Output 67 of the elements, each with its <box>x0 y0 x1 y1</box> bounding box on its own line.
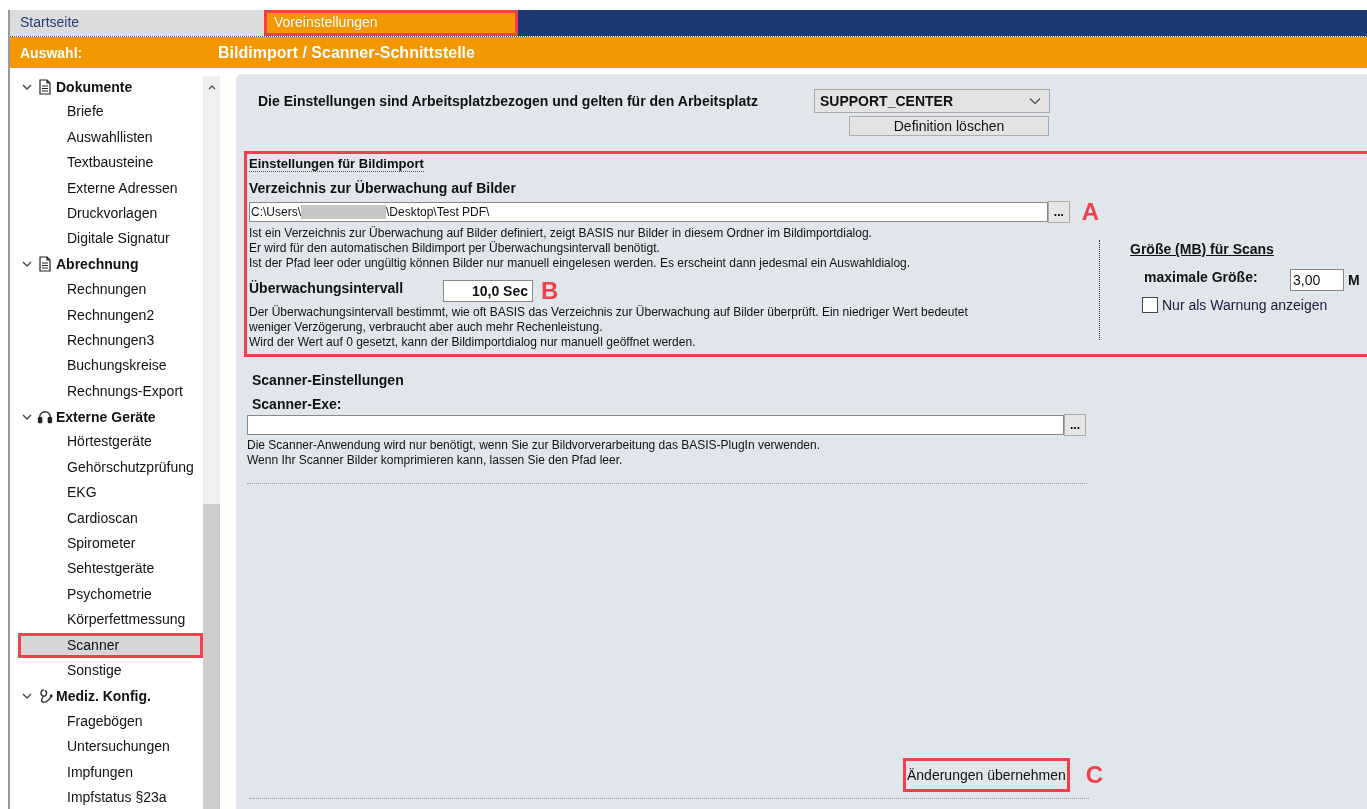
scanner-exe-field[interactable] <box>247 414 1064 435</box>
interval-field[interactable]: 10,0 Sec <box>443 280 533 303</box>
help-text: Ist ein Verzeichnis zur Überwachung auf Bilder definiert, zeigt BASIS nur Bilder in diesem Ordner im Bildimportdialog. Er wird für den automatischen Bildimport per Überwachungsintervall benötigt. Ist der Pfad leer oder ungültig können Bilder nur manuell eingelesen werden. Es erscheint dann jedesmal ein Auswahldialog. <box>249 226 912 271</box>
tree-item[interactable]: Fragebögen <box>18 708 203 735</box>
callout-letter: B <box>541 280 559 303</box>
tree-item[interactable]: Untersuchungen <box>18 734 203 760</box>
checkbox-label[interactable]: Nur als Warnung anzeigen <box>1162 297 1328 313</box>
tree-item[interactable]: Sonstige <box>18 658 203 684</box>
tree-item[interactable]: Rechnungs-Export <box>18 378 203 405</box>
checkbox[interactable] <box>1142 297 1158 313</box>
tree-item[interactable]: Digitale Signatur <box>18 226 203 252</box>
page-title: Bildimport / Scanner-Schnittstelle <box>218 43 475 62</box>
browse-button[interactable]: ... <box>1048 201 1070 223</box>
tree-item[interactable]: EKG <box>18 480 203 506</box>
tree-item[interactable]: Impfungen <box>18 759 203 785</box>
field-label: maximale Größe: <box>1144 269 1259 285</box>
chevron-down-icon <box>1029 97 1041 105</box>
tree-group-item[interactable]: Abrechnung <box>10 251 203 278</box>
max-size-field[interactable]: 3,00 <box>1290 269 1344 291</box>
tree-item[interactable]: Cardioscan <box>18 505 203 532</box>
help-text: Der Überwachungsintervall bestimmt, wie oft BASIS das Verzeichnis zur Überwachung auf Bilder überprüft. Ein niedriger Wert bedeutet weniger Verzögerung, verbraucht aber auch mehr Rechenleistung. Wird der Wert auf 0 gesetzt, kann der Bildimportdialog nur manuell geöffnet werden. <box>249 305 969 350</box>
apply-changes-button[interactable]: Änderungen übernehmen <box>903 758 1070 792</box>
tree-group-item[interactable]: Mediz. Konfig. <box>10 683 203 709</box>
tree-item[interactable]: Spirometer <box>18 531 203 557</box>
tree-item[interactable]: Sehtestgeräte <box>18 556 203 582</box>
tree-item[interactable]: Rechnungen3 <box>18 327 203 354</box>
stethoscope-icon <box>37 688 53 705</box>
path-text: \Desktop\Test PDF\ <box>386 205 490 219</box>
tree-item[interactable]: Briefe <box>18 99 203 125</box>
tree-item[interactable]: Rechnungen2 <box>18 302 203 328</box>
tree-item[interactable]: Druckvorlagen <box>18 200 203 227</box>
callout-letter: A <box>1081 201 1099 223</box>
field-label: Überwachungsintervall <box>249 280 405 297</box>
path-text: C:\Users\ <box>251 205 301 219</box>
tree-group-item[interactable]: Externe Geräte <box>10 404 203 430</box>
tree-item[interactable]: Hörtestgeräte <box>18 429 203 455</box>
workplace-label: Die Einstellungen sind Arbeitsplatzbezogen und gelten für den Arbeitsplatz <box>258 93 759 109</box>
section-heading: Einstellungen für Bildimport <box>249 156 424 172</box>
field-label: Verzeichnis zur Überwachung auf Bilder <box>249 180 516 196</box>
section-heading: Scanner-Einstellungen <box>252 371 405 388</box>
tree-item[interactable]: Buchungskreise <box>18 353 203 379</box>
header-label: Auswahl: <box>19 44 84 61</box>
scrollbar-thumb[interactable] <box>203 504 220 809</box>
section-heading: Größe (MB) für Scans <box>1130 241 1274 257</box>
tree-group-item[interactable]: Dokumente <box>10 74 203 100</box>
tree-item[interactable]: Textbausteine <box>18 150 203 176</box>
tree-item[interactable]: Externe Adressen <box>18 175 203 201</box>
tree-item[interactable]: Auswahllisten <box>18 124 203 151</box>
tab[interactable]: Startseite <box>10 10 264 36</box>
field-label: Scanner-Exe: <box>252 395 342 412</box>
delete-definition-button[interactable]: Definition löschen <box>849 116 1049 136</box>
tree-item[interactable]: Psychometrie <box>18 581 203 608</box>
tree-item[interactable]: Impfstatus §23a <box>18 784 203 809</box>
browse-button[interactable]: ... <box>1064 413 1086 436</box>
workplace-dropdown[interactable]: SUPPORT_CENTER <box>814 89 1050 113</box>
tree-item[interactable]: Scanner <box>18 632 203 658</box>
document-icon <box>37 256 53 273</box>
tree-item[interactable]: Gehörschutzprüfung <box>18 454 203 481</box>
help-text: Die Scanner-Anwendung wird nur benötigt, wenn Sie zur Bildvorverarbeitung das BASIS-PlugIn verwenden. Wenn Ihr Scanner Bilder komprimieren kann, lassen Sie den Pfad leer. <box>247 437 821 468</box>
scrollbar[interactable] <box>203 76 220 809</box>
unit-label: M <box>1348 272 1360 288</box>
tree-item[interactable]: Körperfettmessung <box>18 607 203 633</box>
callout-letter: C <box>1085 764 1104 786</box>
document-icon <box>37 78 53 95</box>
tree-item[interactable]: Rechnungen <box>18 277 203 303</box>
folder-path-field[interactable]: C:\Users\ \Desktop\Test PDF\ <box>249 202 1049 222</box>
headphones-icon <box>37 408 53 425</box>
